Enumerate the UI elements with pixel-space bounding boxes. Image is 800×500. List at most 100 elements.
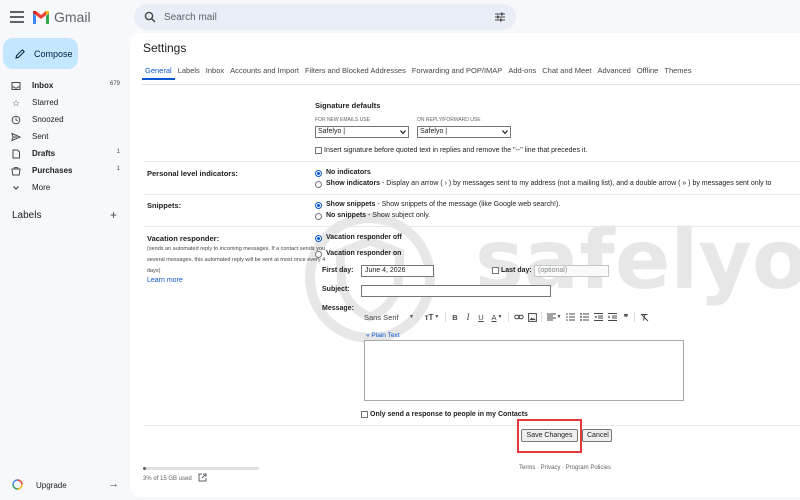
tab-forwarding[interactable]: Forwarding and POP/IMAP [409, 66, 505, 80]
message-editor[interactable] [364, 340, 684, 401]
sidebar-item-drafts[interactable]: Drafts 1 [0, 145, 128, 162]
numbered-list-icon[interactable] [565, 311, 576, 323]
sidebar-item-starred[interactable]: ☆ Starred [0, 94, 128, 111]
compose-label: Compose [34, 48, 73, 59]
search-options-icon[interactable] [494, 11, 506, 23]
reply-forward-signature-select[interactable]: Safelyo | [417, 126, 511, 138]
first-day-label: First day: [322, 267, 354, 274]
sidebar-item-count: 1 [116, 166, 120, 172]
tab-chat-and-meet[interactable]: Chat and Meet [539, 66, 594, 80]
row-divider [144, 425, 800, 426]
sidebar-item-label: Purchases [32, 166, 73, 175]
indent-more-icon[interactable] [607, 311, 618, 323]
font-size-icon[interactable]: тT ▼ [422, 311, 442, 323]
contacts-only-checkbox[interactable] [361, 411, 368, 418]
vacation-off-label: Vacation responder off [326, 234, 402, 241]
quote-icon[interactable]: ❞ [621, 311, 631, 323]
align-icon[interactable]: ▼ [546, 311, 562, 323]
show-snippets-label: Show snippets - Show snippets of the mes… [326, 201, 560, 208]
save-changes-button[interactable]: Save Changes [521, 429, 578, 442]
tab-advanced[interactable]: Advanced [594, 66, 633, 80]
add-label-icon[interactable]: + [110, 208, 117, 222]
tab-offline[interactable]: Offline [634, 66, 662, 80]
gmail-logo[interactable]: Gmail [33, 9, 91, 25]
show-indicators-radio[interactable] [315, 181, 322, 188]
gmail-m-icon [33, 10, 49, 24]
top-bar: Gmail [0, 0, 800, 36]
draft-icon [11, 149, 21, 159]
cancel-button[interactable]: Cancel [582, 429, 612, 442]
vacation-on-radio[interactable] [315, 251, 322, 258]
upgrade-button[interactable]: Upgrade → [0, 476, 128, 494]
sidebar-nav: Inbox 679 ☆ Starred Snoozed Sent Drafts … [0, 77, 128, 196]
arrow-right-icon: → [108, 478, 119, 490]
toolbar-separator [541, 312, 542, 322]
link-icon[interactable] [513, 311, 524, 323]
bulleted-list-icon[interactable] [579, 311, 590, 323]
vacation-off-radio[interactable] [315, 235, 322, 242]
learn-more-link[interactable]: Learn more [147, 277, 183, 284]
no-indicators-radio[interactable] [315, 170, 322, 177]
storage-bar [143, 467, 259, 470]
footer-links[interactable]: Terms · Privacy · Program Policies [519, 465, 611, 471]
font-family-select[interactable]: Sans Serif ▼ [364, 311, 414, 323]
search-input[interactable] [164, 9, 464, 25]
formatting-toolbar: Sans Serif ▼ тT ▼ B I U A ▼ ▼ ❞ [364, 310, 684, 324]
subject-input[interactable] [361, 285, 551, 297]
no-snippets-radio[interactable] [315, 213, 322, 220]
inbox-icon [11, 81, 21, 91]
first-day-input[interactable]: June 4, 2026 [361, 265, 434, 277]
insert-signature-checkbox[interactable] [315, 147, 322, 154]
sidebar-item-inbox[interactable]: Inbox 679 [0, 77, 128, 94]
tab-add-ons[interactable]: Add-ons [505, 66, 539, 80]
sidebar-item-snoozed[interactable]: Snoozed [0, 111, 128, 128]
purchases-icon [11, 166, 21, 176]
tabs-divider [142, 84, 800, 85]
sidebar-item-purchases[interactable]: Purchases 1 [0, 162, 128, 179]
clock-icon [11, 115, 21, 125]
insert-signature-label: Insert signature before quoted text in r… [324, 147, 588, 154]
chevron-down-icon [400, 130, 406, 135]
sidebar-item-label: Snoozed [32, 115, 64, 124]
option-desc: - Display an arrow ( › ) by messages sen… [380, 180, 772, 187]
indent-less-icon[interactable] [593, 311, 604, 323]
settings-panel: Settings General Labels Inbox Accounts a… [130, 33, 800, 497]
underline-icon[interactable]: U [476, 311, 486, 323]
italic-icon[interactable]: I [463, 311, 473, 323]
tab-labels[interactable]: Labels [175, 66, 203, 80]
reply-forward-label: ON REPLY/FORWARD USE [417, 117, 481, 123]
search-icon[interactable] [144, 11, 156, 23]
chevron-down-icon [11, 183, 21, 193]
tab-inbox[interactable]: Inbox [203, 66, 227, 80]
new-emails-signature-select[interactable]: Safelyo | [315, 126, 409, 138]
tab-filters[interactable]: Filters and Blocked Addresses [302, 66, 409, 80]
last-day-label: Last day: [501, 267, 532, 274]
message-label: Message: [322, 305, 354, 312]
sidebar-item-label: Starred [32, 98, 59, 107]
select-value: Safelyo | [318, 128, 346, 135]
image-icon[interactable] [527, 311, 538, 323]
remove-formatting-icon[interactable] [639, 311, 649, 323]
sidebar-item-count: 1 [116, 149, 120, 155]
contacts-only-label: Only send a response to people in my Con… [370, 411, 528, 418]
plain-text-link[interactable]: « Plain Text [366, 332, 399, 339]
sidebar-item-more[interactable]: More [0, 179, 128, 196]
compose-button[interactable]: Compose [3, 38, 78, 69]
sidebar-item-label: Sent [32, 132, 49, 141]
row-divider [144, 226, 800, 227]
no-snippets-label: No snippets - Show subject only. [326, 212, 430, 219]
open-in-new-icon[interactable] [198, 473, 207, 482]
tab-general[interactable]: General [142, 66, 175, 80]
main-menu-icon[interactable] [10, 11, 24, 23]
bold-icon[interactable]: B [450, 311, 460, 323]
tab-themes[interactable]: Themes [661, 66, 694, 80]
text-color-icon[interactable]: A ▼ [489, 311, 505, 323]
last-day-input[interactable]: (optional) [534, 265, 609, 277]
last-day-checkbox[interactable] [492, 267, 499, 274]
sidebar-item-sent[interactable]: Sent [0, 128, 128, 145]
pencil-icon [15, 48, 25, 59]
show-snippets-radio[interactable] [315, 202, 322, 209]
tab-accounts-and-import[interactable]: Accounts and Import [227, 66, 302, 80]
toolbar-separator [445, 312, 446, 322]
toolbar-separator [417, 312, 418, 322]
